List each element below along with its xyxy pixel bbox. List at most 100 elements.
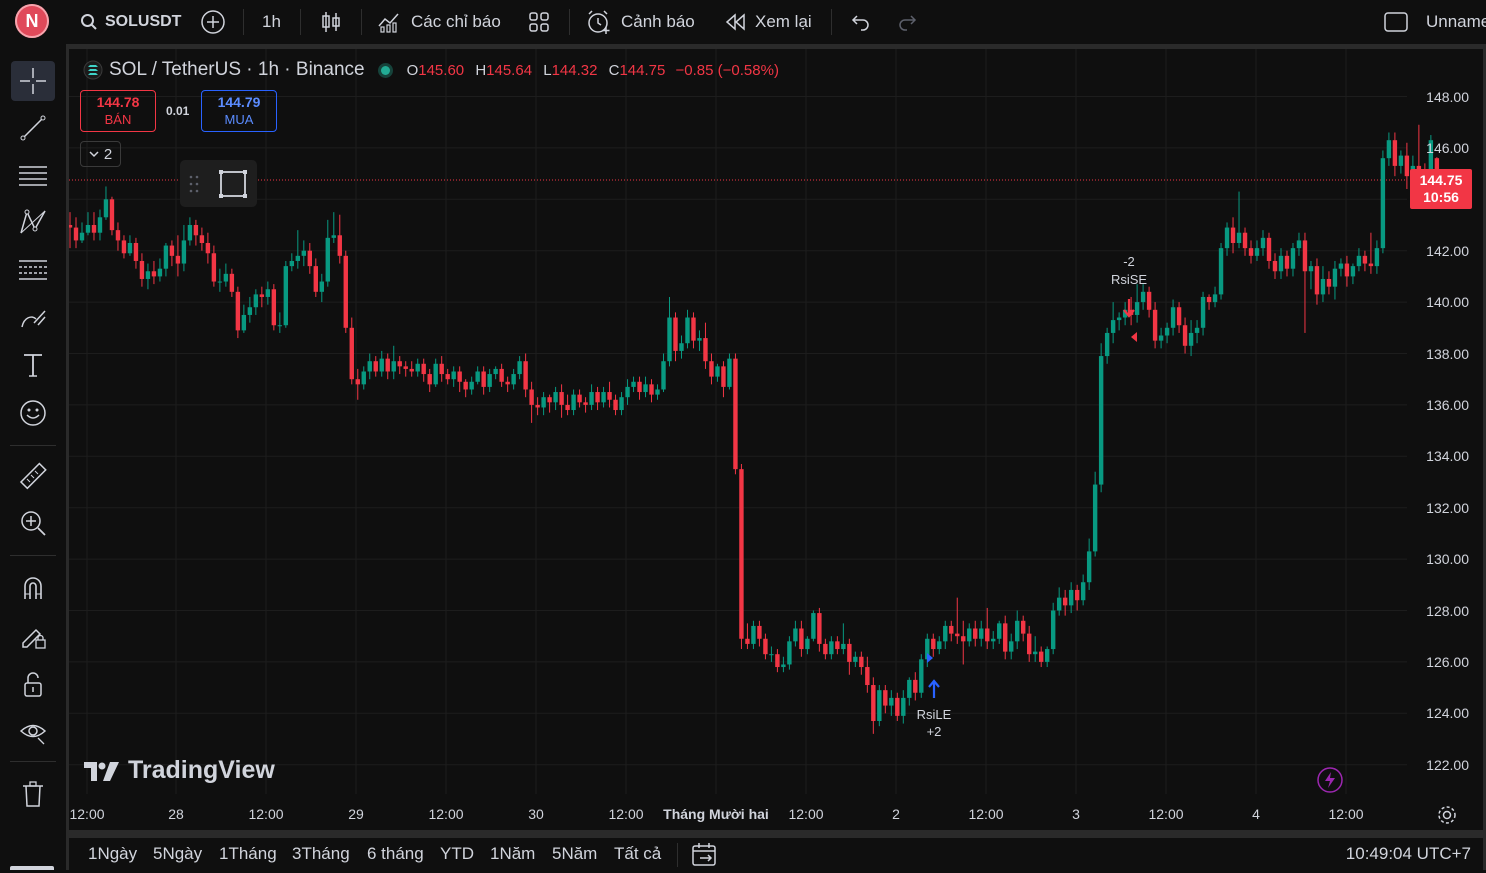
lock-drawings-edit-tool[interactable] <box>11 616 55 656</box>
candle-body <box>847 643 852 662</box>
toolbar-divider <box>677 843 678 867</box>
candle-body <box>517 361 522 375</box>
candle-body <box>1164 327 1170 336</box>
candle-body <box>1332 268 1338 287</box>
templates-button[interactable] <box>528 0 550 44</box>
candle <box>397 356 402 375</box>
lock-all-tool[interactable] <box>11 664 55 704</box>
horizontal-lines-icon <box>19 166 47 186</box>
range-button-1[interactable]: 1Ngày <box>88 838 137 870</box>
candle <box>181 225 187 272</box>
candle <box>331 212 336 243</box>
measure-tool[interactable] <box>11 457 55 497</box>
trend-line-icon <box>20 115 46 141</box>
candle-body <box>997 623 1002 639</box>
candle <box>361 366 366 390</box>
candle <box>205 232 211 264</box>
indicators-button[interactable]: Các chỉ báo <box>377 0 501 44</box>
candle <box>751 620 756 650</box>
candle <box>949 620 954 642</box>
layout-button[interactable]: Unname <box>1383 0 1486 44</box>
candle-body <box>1158 335 1164 341</box>
crosshair-tool[interactable] <box>11 61 55 101</box>
tradingview-watermark[interactable]: TradingView <box>83 756 275 785</box>
undo-button[interactable] <box>849 0 871 44</box>
range-button-5[interactable]: 6 tháng <box>367 838 424 870</box>
candle-body <box>535 404 540 408</box>
gear-icon[interactable] <box>1436 804 1458 826</box>
forecast-tool[interactable] <box>11 250 55 290</box>
trend-line-tool[interactable] <box>11 108 55 148</box>
candle-body <box>1272 260 1278 272</box>
candle <box>1146 286 1152 318</box>
candle-body <box>349 327 354 380</box>
sidebar-divider <box>10 761 56 762</box>
candle <box>241 304 247 333</box>
candle-body <box>697 338 702 341</box>
candle <box>337 214 342 264</box>
candle <box>541 392 546 416</box>
candle-body <box>1182 325 1188 346</box>
candle-body <box>751 625 756 644</box>
chart-type-button[interactable] <box>320 0 342 44</box>
candle-body <box>1230 227 1236 243</box>
candle-body <box>325 237 330 282</box>
drag-handle-icon[interactable] <box>189 174 199 194</box>
candle-body <box>115 230 121 241</box>
range-button-2[interactable]: 5Ngày <box>153 838 202 870</box>
symbol-search-button[interactable]: SOLUSDT <box>80 0 181 44</box>
candle <box>145 263 151 290</box>
rectangle-select-icon[interactable] <box>218 169 248 199</box>
candle <box>271 284 277 331</box>
price-axis[interactable]: 148.00146.00144.00142.00140.00138.00136.… <box>1407 49 1483 794</box>
horizontal-lines-tool[interactable] <box>11 155 55 195</box>
market-status-dot[interactable] <box>380 65 390 75</box>
pattern-tool[interactable] <box>11 202 55 242</box>
candle-body <box>781 664 786 668</box>
candle-body <box>1134 302 1140 315</box>
user-avatar[interactable]: N <box>15 4 49 38</box>
candle-body <box>757 625 762 639</box>
range-button-9[interactable]: Tất cả <box>614 838 661 870</box>
zoom-tool[interactable] <box>11 503 55 543</box>
magnet-tool[interactable] <box>11 568 55 608</box>
buy-button[interactable]: 144.79 MUA <box>201 90 277 132</box>
chart-pane[interactable]: RsiLE +2 -2 RsiSE SOL / TetherUS · 1h · Bin… <box>69 49 1483 830</box>
indicators-toggle[interactable]: 2 <box>80 141 121 167</box>
interval-button[interactable]: 1h <box>262 0 281 44</box>
clock-timezone[interactable]: 10:49:04 UTC+7 <box>1346 838 1471 870</box>
range-button-4[interactable]: 3Tháng <box>292 838 350 870</box>
range-button-8[interactable]: 5Năm <box>552 838 597 870</box>
range-button-6[interactable]: YTD <box>440 838 474 870</box>
go-to-date-button[interactable] <box>691 842 719 873</box>
remove-drawings-tool[interactable] <box>11 774 55 814</box>
candle <box>1032 636 1038 662</box>
indicators-icon <box>378 13 399 33</box>
candle <box>859 651 864 675</box>
sell-button[interactable]: 144.78 BÁN <box>80 90 156 132</box>
hide-drawings-tool[interactable] <box>11 711 55 751</box>
text-tool[interactable] <box>11 345 55 385</box>
redo-button[interactable] <box>897 0 919 44</box>
compare-symbol-button[interactable] <box>200 0 226 44</box>
emoji-tool[interactable] <box>11 393 55 433</box>
range-button-7[interactable]: 1Năm <box>490 838 535 870</box>
solana-logo-icon <box>83 60 103 80</box>
candle-body <box>217 281 223 283</box>
candle-body <box>69 225 73 228</box>
range-button-3[interactable]: 1Tháng <box>219 838 277 870</box>
candle-body <box>739 469 744 639</box>
price-chart[interactable]: RsiLE +2 -2 RsiSE <box>69 49 1483 830</box>
symbol-title[interactable]: SOL / TetherUS · 1h · Binance <box>109 59 365 81</box>
candle-body <box>379 358 384 372</box>
alert-button[interactable]: Cảnh báo <box>586 0 695 44</box>
candle-body <box>367 361 372 372</box>
brush-tool[interactable] <box>11 298 55 338</box>
candle <box>193 219 199 246</box>
candle-body <box>601 392 606 403</box>
replay-button[interactable]: Xem lại <box>724 0 812 44</box>
lightning-icon[interactable] <box>1316 766 1344 794</box>
candle-body <box>721 366 726 387</box>
candle <box>1206 294 1212 310</box>
undo-icon <box>851 15 869 31</box>
